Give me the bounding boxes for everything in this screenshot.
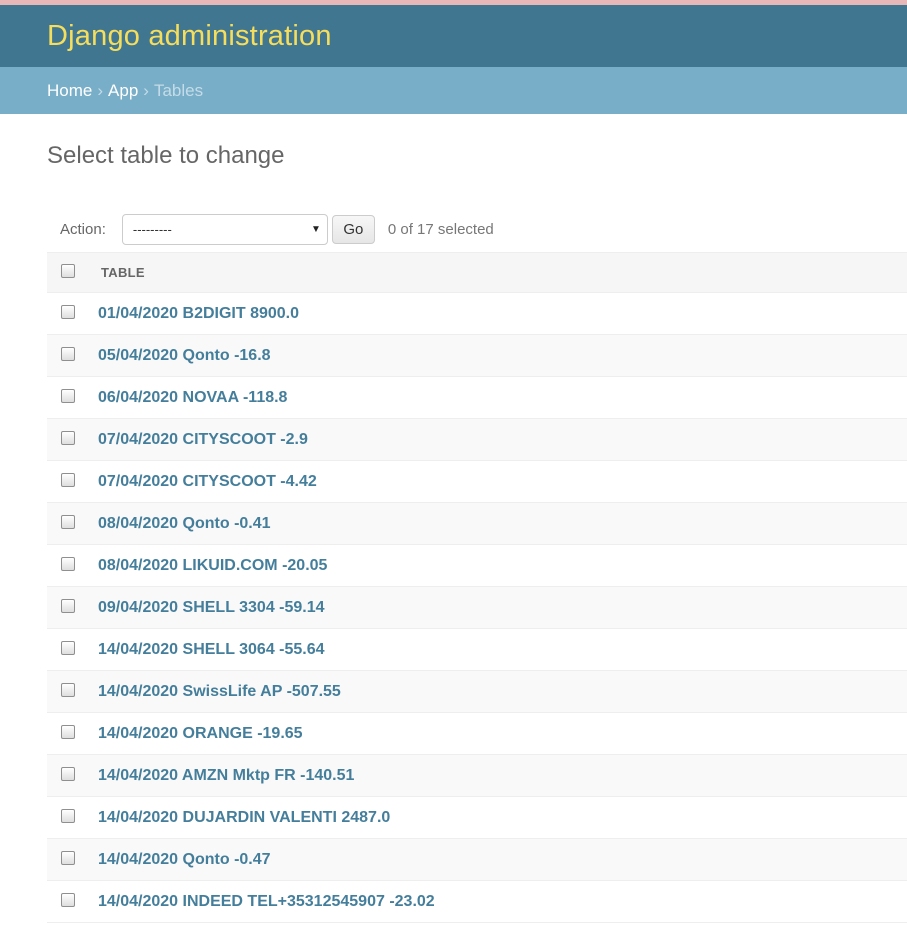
- table-header-row: TABLE: [47, 253, 907, 293]
- row-checkbox-cell: [47, 640, 98, 657]
- select-all-cell: [47, 263, 98, 280]
- row-link[interactable]: 14/04/2020 AMZN Mktp FR -140.51: [98, 767, 354, 785]
- table-row: 09/04/2020 SHELL 3304 -59.14: [47, 587, 907, 629]
- row-checkbox-cell: [47, 514, 98, 531]
- row-checkbox[interactable]: [61, 682, 75, 697]
- row-link[interactable]: 14/04/2020 ORANGE -19.65: [98, 725, 303, 743]
- row-checkbox[interactable]: [61, 304, 75, 319]
- row-link[interactable]: 14/04/2020 Qonto -0.47: [98, 851, 271, 869]
- row-checkbox[interactable]: [61, 388, 75, 403]
- breadcrumb-separator: ›: [97, 80, 104, 100]
- column-header-table[interactable]: TABLE: [98, 265, 145, 280]
- row-checkbox[interactable]: [61, 766, 75, 781]
- table-body: 01/04/2020 B2DIGIT 8900.0 05/04/2020 Qon…: [47, 293, 907, 923]
- select-all-checkbox[interactable]: [61, 263, 75, 278]
- table-row: 01/04/2020 B2DIGIT 8900.0: [47, 293, 907, 335]
- row-checkbox-cell: [47, 724, 98, 741]
- table-row: 14/04/2020 ORANGE -19.65: [47, 713, 907, 755]
- row-checkbox[interactable]: [61, 598, 75, 613]
- row-checkbox-cell: [47, 346, 98, 363]
- chevron-down-icon: ▼: [310, 223, 321, 235]
- table-row: 14/04/2020 SwissLife AP -507.55: [47, 671, 907, 713]
- row-checkbox-cell: [47, 766, 98, 783]
- breadcrumb-current: Tables: [153, 80, 204, 100]
- row-link[interactable]: 14/04/2020 SHELL 3064 -55.64: [98, 641, 325, 659]
- action-select[interactable]: --------- ▼: [121, 213, 328, 245]
- row-checkbox[interactable]: [61, 472, 75, 487]
- row-checkbox[interactable]: [61, 430, 75, 445]
- row-checkbox[interactable]: [61, 850, 75, 865]
- breadcrumb-separator: ›: [143, 80, 149, 100]
- row-checkbox[interactable]: [61, 724, 75, 739]
- row-link[interactable]: 14/04/2020 DUJARDIN VALENTI 2487.0: [98, 809, 390, 827]
- table-row: 08/04/2020 LIKUID.COM -20.05: [47, 545, 907, 587]
- row-checkbox-cell: [47, 388, 98, 405]
- row-link[interactable]: 14/04/2020 INDEED TEL+35312545907 -23.02: [98, 893, 435, 911]
- table-row: 14/04/2020 SHELL 3064 -55.64: [47, 629, 907, 671]
- row-checkbox[interactable]: [61, 808, 75, 823]
- action-label: Action:: [60, 220, 106, 238]
- table-row: 06/04/2020 NOVAA -118.8: [47, 377, 907, 419]
- row-link[interactable]: 01/04/2020 B2DIGIT 8900.0: [98, 305, 299, 323]
- row-checkbox[interactable]: [61, 346, 75, 361]
- row-checkbox[interactable]: [61, 640, 75, 655]
- actions-bar: Action: --------- ▼ Go 0 of 17 selected: [47, 206, 907, 252]
- breadcrumb: Home › App › Tables: [0, 67, 907, 114]
- row-checkbox-cell: [47, 892, 98, 909]
- header: Django administration: [0, 5, 907, 67]
- row-link[interactable]: 09/04/2020 SHELL 3304 -59.14: [98, 599, 325, 617]
- table-row: 14/04/2020 Qonto -0.47: [47, 839, 907, 881]
- results-table: TABLE 01/04/2020 B2DIGIT 8900.0 05/04/20…: [47, 252, 907, 923]
- table-row: 07/04/2020 CITYSCOOT -4.42: [47, 461, 907, 503]
- site-branding[interactable]: Django administration: [47, 20, 332, 53]
- row-checkbox-cell: [47, 682, 98, 699]
- row-checkbox[interactable]: [61, 892, 75, 907]
- breadcrumb-app[interactable]: App: [108, 81, 138, 101]
- table-row: 05/04/2020 Qonto -16.8: [47, 335, 907, 377]
- row-checkbox-cell: [47, 850, 98, 867]
- table-row: 14/04/2020 AMZN Mktp FR -140.51: [47, 755, 907, 797]
- row-link[interactable]: 07/04/2020 CITYSCOOT -2.9: [98, 431, 308, 449]
- row-checkbox-cell: [47, 808, 98, 825]
- table-row: 07/04/2020 CITYSCOOT -2.9: [47, 419, 907, 461]
- row-checkbox[interactable]: [61, 514, 75, 529]
- row-checkbox-cell: [47, 472, 98, 489]
- row-link[interactable]: 08/04/2020 LIKUID.COM -20.05: [98, 557, 327, 575]
- row-checkbox-cell: [47, 556, 98, 573]
- row-link[interactable]: 08/04/2020 Qonto -0.41: [98, 515, 271, 533]
- row-link[interactable]: 06/04/2020 NOVAA -118.8: [98, 389, 287, 407]
- row-link[interactable]: 14/04/2020 SwissLife AP -507.55: [98, 683, 341, 701]
- go-button[interactable]: Go: [331, 214, 375, 244]
- selection-count: 0 of 17 selected: [387, 220, 494, 238]
- table-row: 14/04/2020 INDEED TEL+35312545907 -23.02: [47, 881, 907, 923]
- row-checkbox[interactable]: [61, 556, 75, 571]
- breadcrumb-home[interactable]: Home: [47, 81, 92, 101]
- table-row: 14/04/2020 DUJARDIN VALENTI 2487.0: [47, 797, 907, 839]
- row-checkbox-cell: [47, 598, 98, 615]
- page-title: Select table to change: [47, 142, 285, 169]
- table-row: 08/04/2020 Qonto -0.41: [47, 503, 907, 545]
- row-link[interactable]: 05/04/2020 Qonto -16.8: [98, 347, 271, 365]
- action-select-value: ---------: [132, 221, 172, 237]
- main-content: Select table to change Action: ---------…: [0, 114, 907, 923]
- row-checkbox-cell: [47, 430, 98, 447]
- row-link[interactable]: 07/04/2020 CITYSCOOT -4.42: [98, 473, 317, 491]
- row-checkbox-cell: [47, 304, 98, 321]
